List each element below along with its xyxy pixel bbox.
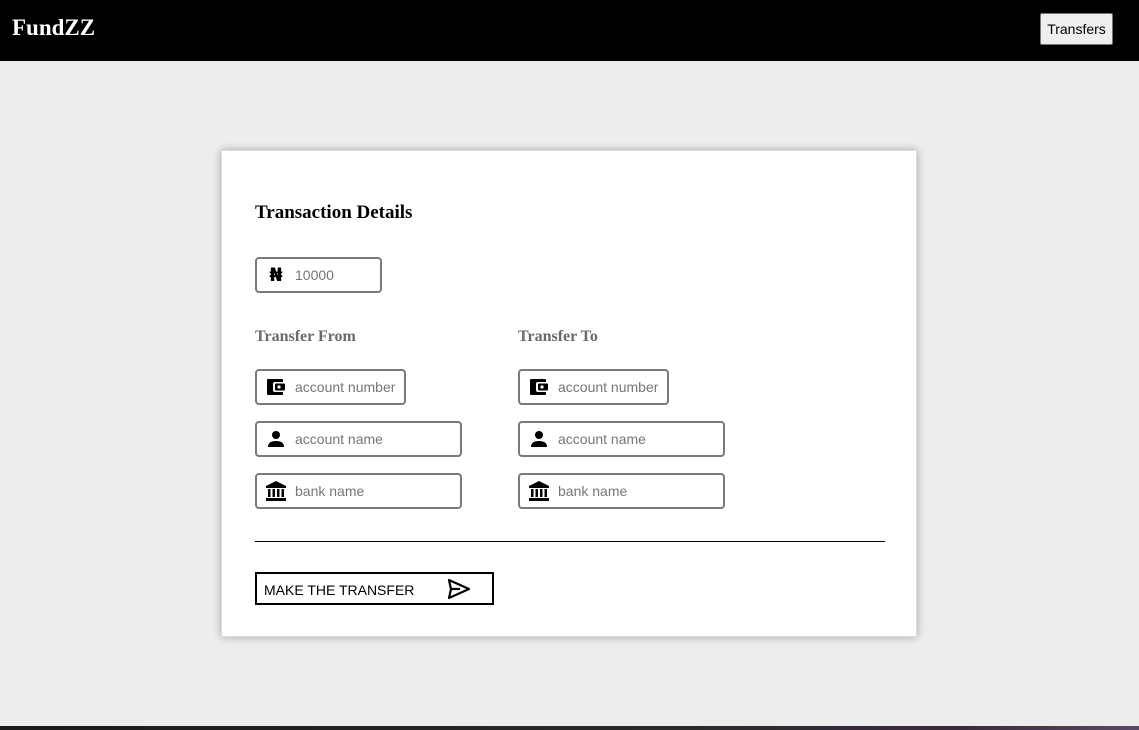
from-account-number-field[interactable] xyxy=(255,369,406,405)
person-icon xyxy=(528,429,550,449)
send-icon xyxy=(447,578,471,600)
to-account-name-field[interactable] xyxy=(518,421,725,457)
from-bank-name-field[interactable] xyxy=(255,473,462,509)
to-account-number-input[interactable] xyxy=(558,376,659,398)
transaction-card: Transaction Details ₦ Transfer From Tran… xyxy=(221,150,917,637)
footer-strip xyxy=(0,726,1139,730)
card-title: Transaction Details xyxy=(255,202,413,223)
bank-icon xyxy=(265,481,287,501)
amount-field[interactable]: ₦ xyxy=(255,257,382,293)
amount-input[interactable] xyxy=(295,264,372,286)
to-bank-name-field[interactable] xyxy=(518,473,725,509)
wallet-icon xyxy=(528,377,550,397)
to-account-name-input[interactable] xyxy=(558,428,715,450)
naira-icon: ₦ xyxy=(265,265,287,285)
to-bank-name-input[interactable] xyxy=(558,480,715,502)
person-icon xyxy=(265,429,287,449)
form-divider xyxy=(255,541,885,542)
to-account-number-field[interactable] xyxy=(518,369,669,405)
transfers-button[interactable]: Transfers xyxy=(1040,13,1113,45)
brand-logo[interactable]: FundZZ xyxy=(12,13,95,43)
from-account-name-field[interactable] xyxy=(255,421,462,457)
bank-icon xyxy=(528,481,550,501)
currency-symbol: ₦ xyxy=(269,264,283,286)
transfer-from-label: Transfer From xyxy=(255,328,356,345)
from-bank-name-input[interactable] xyxy=(295,480,452,502)
transfer-to-label: Transfer To xyxy=(518,328,598,345)
from-account-number-input[interactable] xyxy=(295,376,396,398)
top-navbar: FundZZ Transfers xyxy=(0,0,1139,61)
from-account-name-input[interactable] xyxy=(295,428,452,450)
make-transfer-button[interactable]: MAKE THE TRANSFER xyxy=(255,572,494,605)
make-transfer-label: MAKE THE TRANSFER xyxy=(264,582,415,598)
wallet-icon xyxy=(265,377,287,397)
